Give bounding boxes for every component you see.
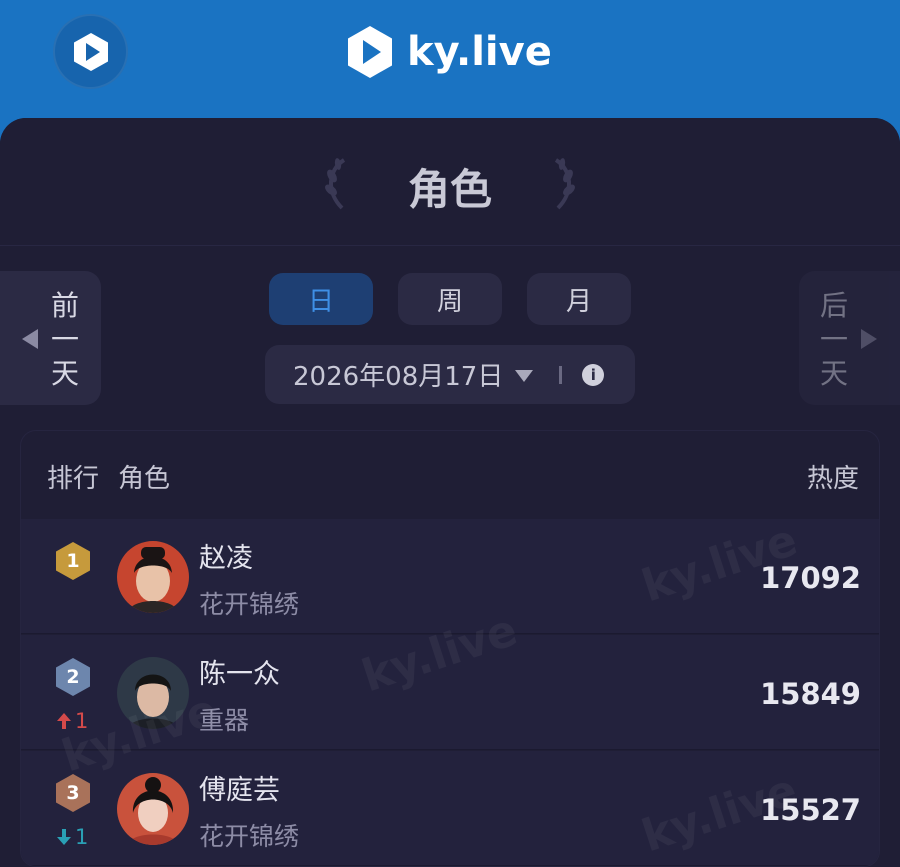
list-header: 排行 角色 热度 — [21, 431, 879, 519]
brand-logo[interactable]: ky.live — [345, 22, 552, 82]
list-item[interactable]: 1 赵凌 花开锦绣 17092 — [21, 519, 879, 634]
tab-week[interactable]: 周 — [398, 273, 502, 325]
heat-value: 15849 — [760, 677, 861, 711]
main-panel: 角色 前一天 后一天 日 周 月 2026年08月17日 i 排行 角色 热度 — [0, 118, 900, 867]
list-item[interactable]: 3 1 傅庭芸 花开锦绣 15527 — [21, 751, 879, 866]
avatar[interactable] — [117, 657, 189, 729]
triangle-right-icon — [861, 329, 877, 349]
caret-down-icon — [515, 369, 534, 382]
arrow-down-icon — [57, 829, 71, 845]
heat-value: 17092 — [760, 561, 861, 595]
next-day-label: 后一天 — [819, 289, 848, 390]
info-icon[interactable]: i — [582, 363, 605, 386]
list-item[interactable]: 2 1 陈一众 重器 15849 — [21, 635, 879, 750]
ranking-list: 排行 角色 热度 1 赵凌 花开锦绣 17092 2 1 陈一众 重器 1584… — [20, 430, 880, 867]
role-name: 赵凌 — [199, 543, 253, 574]
avatar[interactable] — [117, 773, 189, 845]
home-button[interactable] — [53, 14, 128, 89]
rank-change-value: 1 — [75, 709, 89, 733]
logo-icon — [73, 32, 108, 71]
column-header-rank: 排行 — [47, 464, 100, 494]
tab-day[interactable]: 日 — [269, 273, 373, 325]
logo-icon — [348, 26, 392, 78]
role-name: 傅庭芸 — [199, 775, 280, 806]
arrow-up-icon — [57, 713, 71, 729]
rank-change-up: 1 — [56, 709, 88, 733]
prev-day-label: 前一天 — [50, 289, 79, 390]
page-title: 角色 — [407, 165, 492, 214]
avatar[interactable] — [117, 541, 189, 613]
rank-number: 3 — [66, 782, 80, 804]
show-name: 花开锦绣 — [199, 822, 300, 851]
next-day-button[interactable]: 后一天 — [799, 271, 900, 405]
divider — [559, 365, 563, 384]
laurel-right-icon — [554, 158, 575, 210]
show-name: 花开锦绣 — [199, 590, 300, 619]
rank-change-down: 1 — [56, 825, 88, 849]
rank-number: 2 — [66, 666, 80, 688]
brand-name: ky.live — [407, 29, 552, 75]
heat-value: 15527 — [760, 793, 861, 827]
column-header-heat[interactable]: 热度 — [807, 458, 859, 495]
prev-day-button[interactable]: 前一天 — [0, 271, 101, 405]
rank-number: 1 — [66, 550, 80, 572]
title-area: 角色 — [0, 118, 900, 246]
show-name: 重器 — [199, 706, 250, 735]
date-value: 2026年08月17日 — [293, 362, 504, 392]
triangle-left-icon — [22, 329, 38, 349]
role-name: 陈一众 — [199, 659, 280, 690]
column-header-role: 角色 — [118, 464, 171, 494]
rank-badge: 2 — [54, 657, 92, 697]
rank-change-value: 1 — [75, 825, 89, 849]
date-selector[interactable]: 2026年08月17日 i — [265, 345, 635, 404]
tab-month[interactable]: 月 — [527, 273, 631, 325]
rank-badge: 1 — [54, 541, 92, 581]
rank-badge: 3 — [54, 773, 92, 813]
